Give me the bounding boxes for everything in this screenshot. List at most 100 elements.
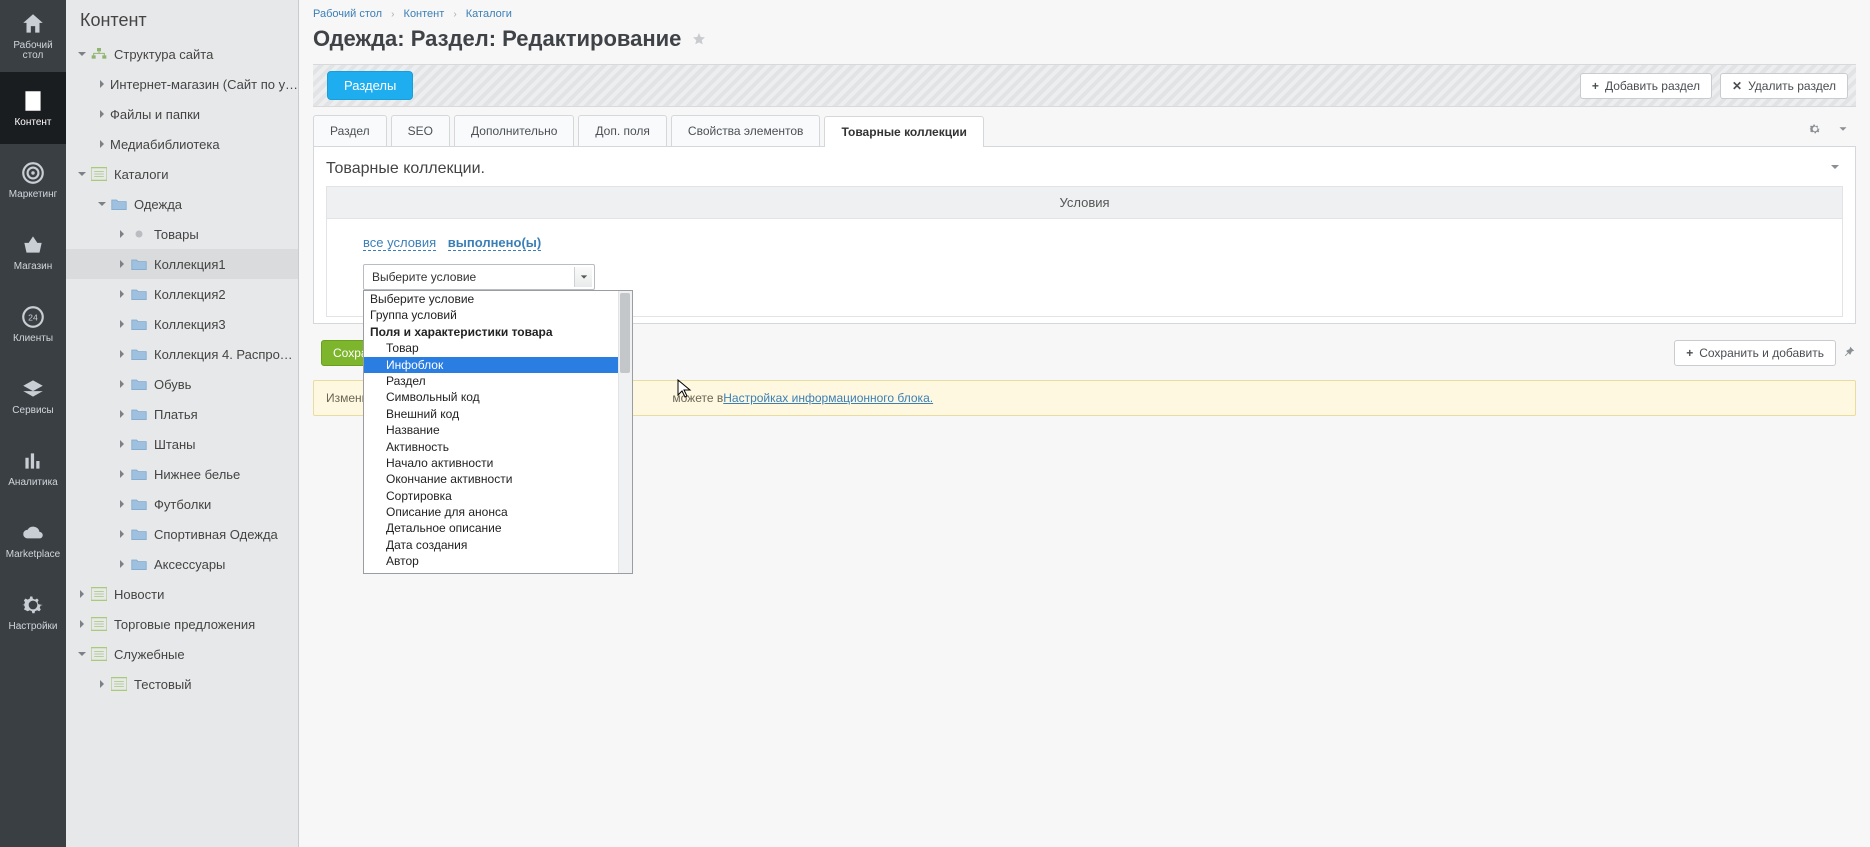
tree-label: Коллекция2 (154, 287, 298, 302)
dropdown-option[interactable]: Выберите условие (364, 291, 632, 307)
star-icon[interactable] (691, 31, 707, 47)
rail-clients[interactable]: 24 Клиенты (0, 288, 66, 360)
tab[interactable]: Свойства элементов (671, 115, 821, 146)
delete-section-button[interactable]: ✕Удалить раздел (1720, 73, 1848, 99)
rail-desktop[interactable]: Рабочий стол (0, 0, 66, 72)
sidebar-title: Контент (66, 0, 298, 39)
chevron-right-icon (76, 588, 88, 600)
tree-item[interactable]: Медиабиблиотека (66, 129, 298, 159)
tabs-expand-button[interactable] (1830, 115, 1856, 146)
crumb[interactable]: Контент (404, 8, 445, 20)
dropdown-option[interactable]: Активность (364, 439, 632, 455)
dropdown-option[interactable]: Символьный код (364, 389, 632, 405)
tree-item[interactable]: Служебные (66, 639, 298, 669)
dot-icon (130, 226, 148, 242)
tree-item[interactable]: Аксессуары (66, 549, 298, 579)
crumb[interactable]: Рабочий стол (313, 8, 382, 20)
tree-item[interactable]: Интернет-магазин (Сайт по умолчан (66, 69, 298, 99)
chevron-right-icon (96, 78, 108, 90)
tree-label: Платья (154, 407, 298, 422)
rail-marketplace[interactable]: Marketplace (0, 504, 66, 576)
tree-item[interactable]: Коллекция3 (66, 309, 298, 339)
tree-item[interactable]: Каталоги (66, 159, 298, 189)
dropdown-option[interactable]: Дата изменения (364, 570, 632, 573)
crumb[interactable]: Каталоги (466, 8, 512, 20)
pin-icon[interactable] (1842, 345, 1856, 362)
btn-label: Сохранить и добавить (1699, 346, 1824, 360)
tree-item[interactable]: Футболки (66, 489, 298, 519)
tree-item[interactable]: Штаны (66, 429, 298, 459)
folder-icon (130, 346, 148, 362)
tab[interactable]: Товарные коллекции (824, 116, 983, 147)
chevron-right-icon (116, 468, 128, 480)
left-rail: Рабочий стол Контент Маркетинг Магазин 2… (0, 0, 66, 847)
dropdown-option[interactable]: Поля и характеристики товара (364, 324, 632, 340)
tree-item[interactable]: Коллекция 4. Распродажа (66, 339, 298, 369)
rail-store[interactable]: Магазин (0, 216, 66, 288)
tree-label: Коллекция1 (154, 257, 298, 272)
plus-icon: + (1686, 346, 1693, 360)
condition-select[interactable]: Выберите условие Выберите условиеГруппа … (363, 264, 595, 290)
tree-item[interactable]: Файлы и папки (66, 99, 298, 129)
dropdown-option[interactable]: Начало активности (364, 455, 632, 471)
tree-item[interactable]: Торговые предложения (66, 609, 298, 639)
chevron-right-icon (116, 528, 128, 540)
tree-item[interactable]: Товары (66, 219, 298, 249)
dropdown-option[interactable]: Окончание активности (364, 471, 632, 487)
tab[interactable]: Дополнительно (454, 115, 574, 146)
dropdown-option[interactable]: Инфоблок (364, 357, 632, 373)
rail-label: Marketplace (4, 550, 62, 561)
tree-item[interactable]: Коллекция2 (66, 279, 298, 309)
tree-item[interactable]: Нижнее белье (66, 459, 298, 489)
folder-icon (130, 466, 148, 482)
rail-services[interactable]: Сервисы (0, 360, 66, 432)
dropdown-option[interactable]: Название (364, 422, 632, 438)
tree-item[interactable]: Одежда (66, 189, 298, 219)
dropdown-option[interactable]: Детальное описание (364, 520, 632, 536)
rail-settings[interactable]: Настройки (0, 576, 66, 648)
folder-icon (130, 556, 148, 572)
dropdown-option[interactable]: Внешний код (364, 406, 632, 422)
dropdown-scrollbar[interactable] (618, 291, 632, 573)
sections-pill[interactable]: Разделы (327, 71, 413, 100)
tree-label: Файлы и папки (110, 107, 298, 122)
dropdown-option[interactable]: Автор (364, 553, 632, 569)
rail-marketing[interactable]: Маркетинг (0, 144, 66, 216)
dropdown-option[interactable]: Описание для анонса (364, 504, 632, 520)
tree-item[interactable]: Спортивная Одежда (66, 519, 298, 549)
cond-done-link[interactable]: выполнено(ы) (448, 235, 541, 251)
tree-label: Медиабиблиотека (110, 137, 298, 152)
rail-label: Контент (12, 118, 53, 129)
dropdown-option[interactable]: Дата создания (364, 537, 632, 553)
tree-item[interactable]: Структура сайта (66, 39, 298, 69)
chevron-down-icon (574, 267, 592, 287)
dropdown-option[interactable]: Товар (364, 340, 632, 356)
chevron-down-icon (76, 168, 88, 180)
tabs-settings-button[interactable] (1800, 115, 1830, 146)
dropdown-option[interactable]: Сортировка (364, 488, 632, 504)
dropdown-option[interactable]: Раздел (364, 373, 632, 389)
cloud-icon (20, 520, 46, 546)
cond-all-link[interactable]: все условия (363, 235, 436, 251)
save-and-add-button[interactable]: + Сохранить и добавить (1674, 340, 1836, 366)
panel-collapse[interactable] (1827, 159, 1843, 178)
tree-item[interactable]: Новости (66, 579, 298, 609)
tree-item[interactable]: Тестовый (66, 669, 298, 699)
rail-content[interactable]: Контент (0, 72, 66, 144)
dropdown-option[interactable]: Группа условий (364, 307, 632, 323)
tab[interactable]: Доп. поля (578, 115, 667, 146)
btn-label: Добавить раздел (1605, 79, 1700, 93)
add-section-button[interactable]: +Добавить раздел (1580, 73, 1712, 99)
tree-label: Футболки (154, 497, 298, 512)
tree-item[interactable]: Коллекция1 (66, 249, 298, 279)
chevron-down-icon (76, 648, 88, 660)
tab[interactable]: Раздел (313, 115, 387, 146)
tree-item[interactable]: Платья (66, 399, 298, 429)
tree-item[interactable]: Обувь (66, 369, 298, 399)
tab[interactable]: SEO (391, 115, 450, 146)
document-icon (20, 88, 46, 114)
folder-icon (110, 196, 128, 212)
note-link[interactable]: Настройках информационного блока. (723, 391, 933, 405)
tree-label: Интернет-магазин (Сайт по умолчан (110, 77, 298, 92)
rail-analytics[interactable]: Аналитика (0, 432, 66, 504)
